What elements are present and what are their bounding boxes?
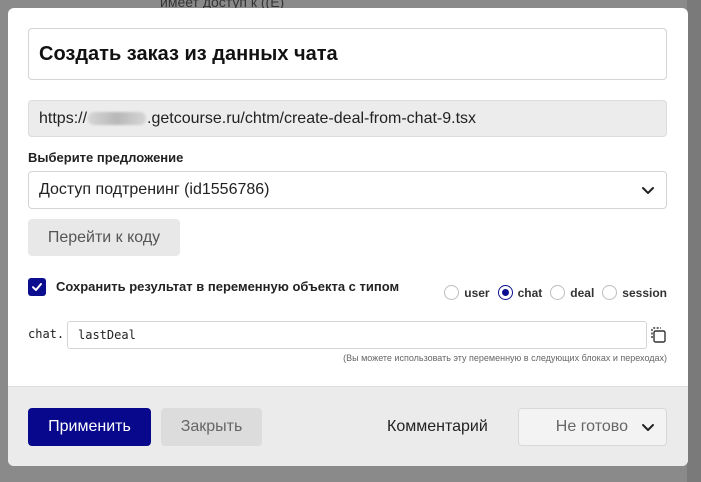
variable-prefix: chat. [28, 327, 65, 341]
offer-select[interactable]: Доступ подтренинг (id1556786) [28, 171, 667, 209]
background-strip [687, 0, 701, 482]
modal-footer: Применить Закрыть Комментарий Не готово [8, 386, 688, 466]
url-prefix: https:// [39, 109, 88, 127]
offer-label: Выберите предложение [28, 150, 184, 165]
radio-session[interactable]: session [602, 285, 667, 300]
goto-code-button[interactable]: Перейти к коду [28, 219, 180, 256]
radio-button[interactable] [550, 285, 566, 300]
url-suffix: .getcourse.ru/chtm/create-deal-from-chat… [147, 109, 477, 127]
radio-label: chat [517, 285, 543, 300]
url-field[interactable]: https:// .getcourse.ru/chtm/create-deal-f… [28, 100, 667, 137]
radio-button[interactable] [602, 285, 618, 300]
radio-button-selected[interactable] [497, 285, 513, 300]
chevron-down-icon [642, 424, 654, 431]
save-result-label: Сохранить результат в переменную объекта… [56, 279, 400, 294]
radio-user[interactable]: user [444, 285, 490, 300]
status-select-value: Не готово [555, 418, 628, 435]
chevron-down-icon [642, 187, 654, 194]
status-select[interactable]: Не готово [518, 408, 667, 446]
radio-label: deal [570, 285, 595, 300]
save-result-checkbox[interactable] [28, 278, 46, 296]
variable-name-input[interactable]: lastDeal [67, 321, 647, 349]
radio-button[interactable] [444, 285, 460, 300]
radio-label: session [622, 285, 667, 300]
close-button[interactable]: Закрыть [161, 408, 262, 446]
apply-button[interactable]: Применить [28, 408, 151, 446]
radio-label: user [464, 285, 490, 300]
copy-icon[interactable] [649, 326, 667, 344]
variable-hint: (Вы можете использовать эту переменную в… [343, 353, 667, 363]
blurred-subdomain [88, 112, 147, 125]
offer-select-value: Доступ подтренинг (id1556786) [39, 181, 270, 198]
create-deal-modal: Создать заказ из данных чата https:// .ge… [8, 8, 688, 466]
save-result-row: Сохранить результат в переменную объекта… [28, 277, 667, 311]
comment-link[interactable]: Комментарий [387, 418, 488, 436]
radio-deal[interactable]: deal [550, 285, 594, 300]
radio-chat[interactable]: chat [497, 285, 543, 300]
modal-title-field[interactable]: Создать заказ из данных чата [28, 28, 667, 80]
object-type-radios: user chat deal session [444, 285, 667, 300]
checkmark-icon [32, 283, 42, 291]
